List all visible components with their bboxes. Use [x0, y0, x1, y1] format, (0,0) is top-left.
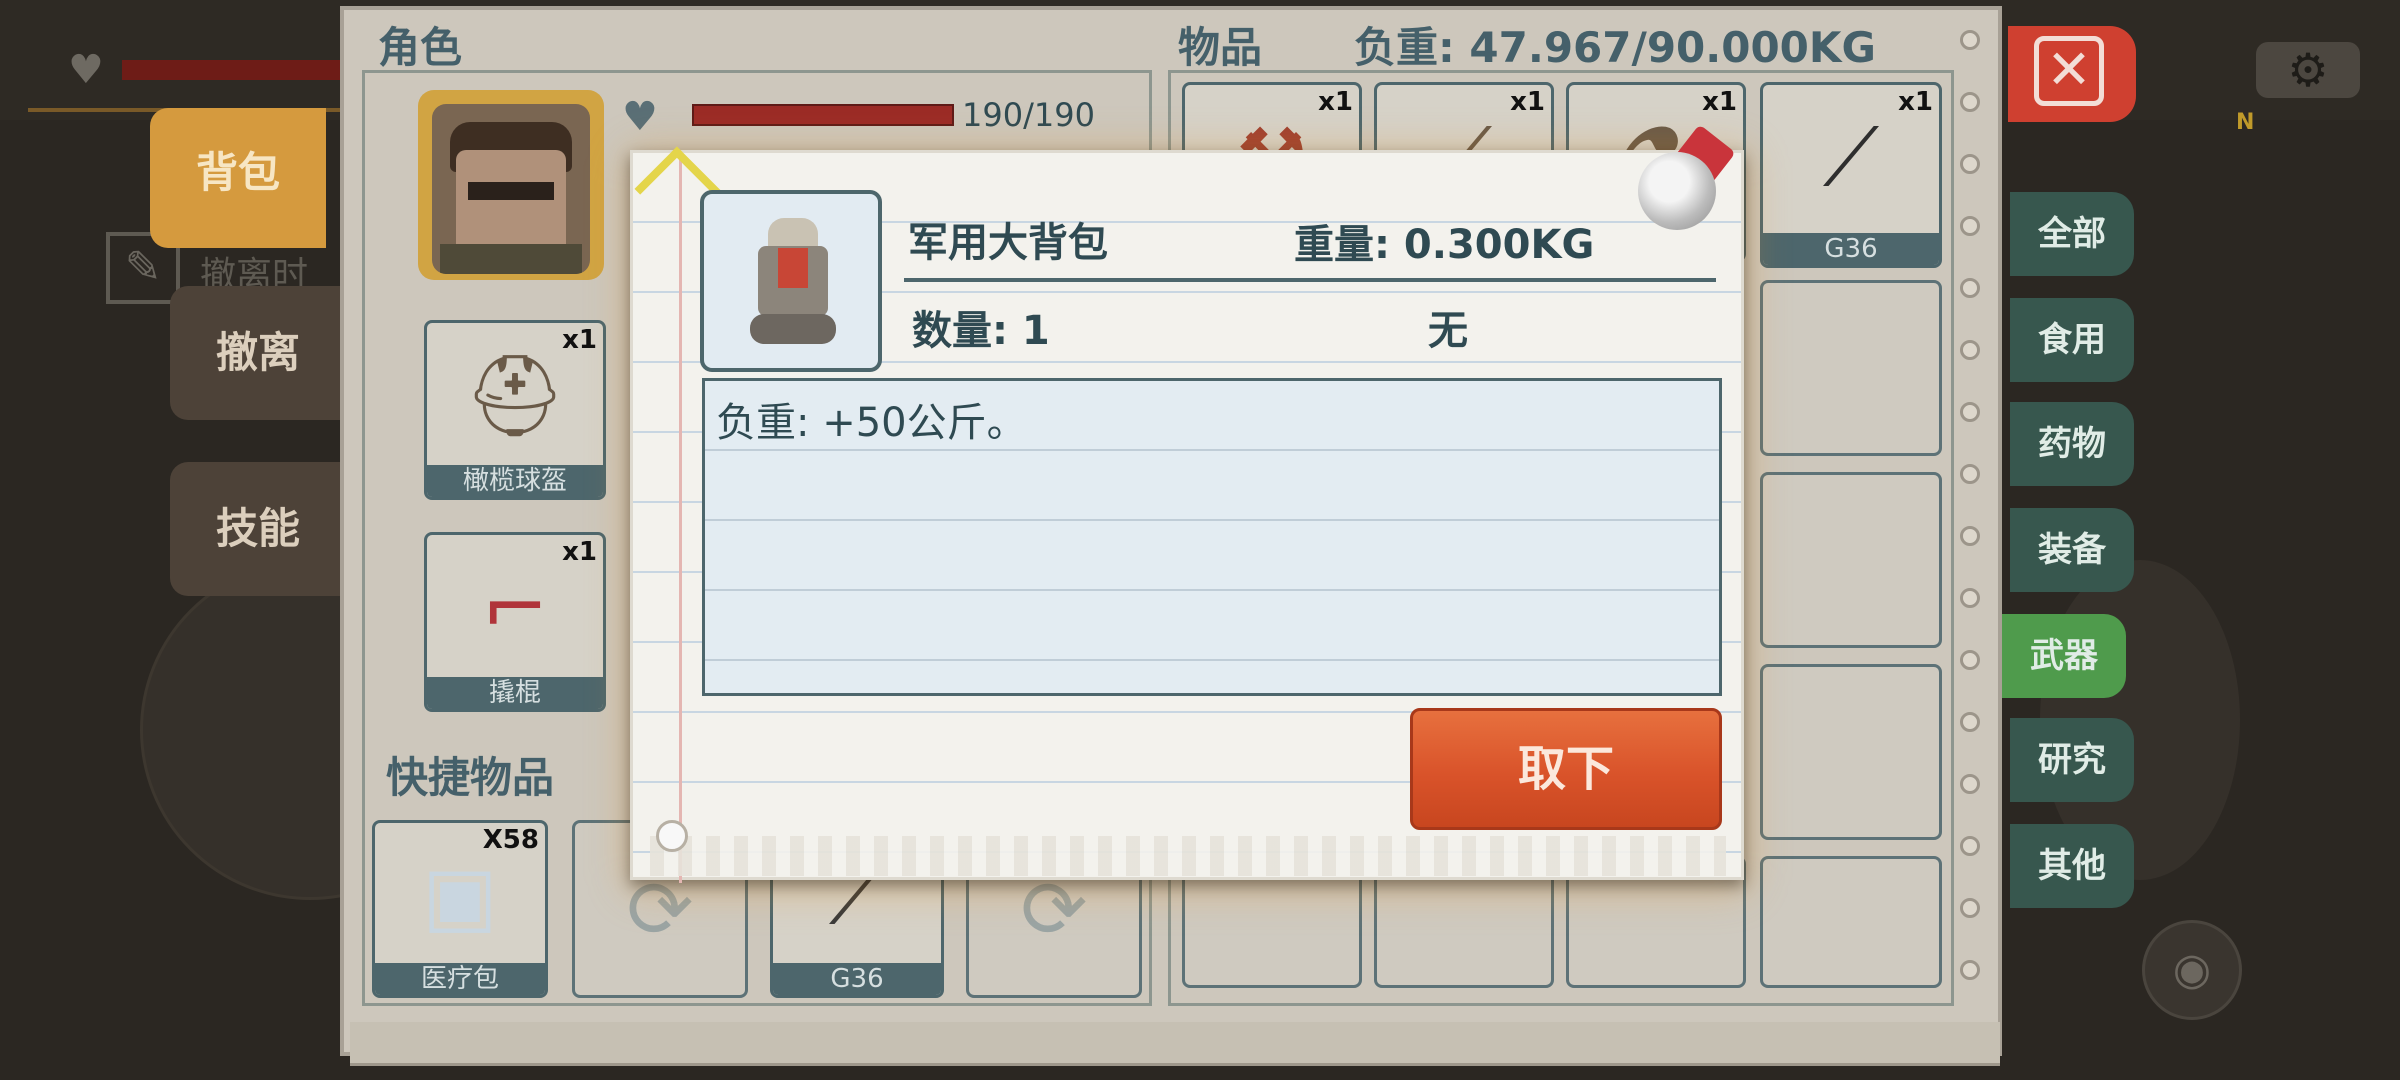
- category-food[interactable]: 食用: [2010, 298, 2134, 382]
- rifle-icon: ⟋: [1823, 111, 1879, 204]
- slot-label: 橄榄球盔: [427, 465, 603, 497]
- slot-qty: x1: [562, 325, 597, 355]
- slot-label: G36: [773, 963, 941, 995]
- slot-qty: x1: [1702, 87, 1737, 117]
- carry-weight: 负重: 47.967/90.000KG: [1354, 23, 1876, 72]
- quick-items-title: 快捷物品: [386, 753, 555, 802]
- category-equipment[interactable]: 装备: [2010, 508, 2134, 592]
- quick-slot-medkit[interactable]: ▣ X58 医疗包: [372, 820, 548, 998]
- slot-label: G36: [1763, 233, 1939, 265]
- item-thumbnail: [700, 190, 882, 372]
- torn-paper-edge: [650, 836, 1726, 876]
- gear-icon: ⚙: [2287, 43, 2329, 97]
- slot-label: 医疗包: [375, 963, 545, 995]
- eye-icon: ◉: [2172, 944, 2212, 995]
- category-medicine[interactable]: 药物: [2010, 402, 2134, 486]
- hud-health-bar: [122, 60, 352, 80]
- grid-slot-empty[interactable]: [1760, 280, 1942, 456]
- heart-pulse-icon: ♥: [622, 94, 658, 140]
- slot-qty: X58: [482, 825, 539, 855]
- close-icon: ✕: [2034, 36, 2104, 106]
- tab-evacuate[interactable]: 撤离: [170, 286, 346, 420]
- category-weapons[interactable]: 武器: [2002, 614, 2126, 698]
- backpack-icon: [750, 218, 836, 348]
- view-toggle-button[interactable]: ◉: [2142, 920, 2242, 1020]
- avatar[interactable]: [432, 104, 590, 274]
- notebook-spiral: [1960, 30, 1984, 1020]
- item-weight: 重量: 0.300KG: [1294, 222, 1595, 268]
- slot-label: 撬棍: [427, 677, 603, 709]
- grid-slot-empty[interactable]: [1760, 664, 1942, 840]
- health-bar: [692, 104, 954, 126]
- compass-north-label: N: [2236, 110, 2255, 135]
- divider: [904, 278, 1716, 282]
- grid-slot-empty[interactable]: [1760, 472, 1942, 648]
- pushpin-icon: [1638, 152, 1716, 230]
- grid-slot-g36[interactable]: ⟋ x1 G36: [1760, 82, 1942, 268]
- slot-qty: x1: [1510, 87, 1545, 117]
- slot-qty: x1: [1318, 87, 1353, 117]
- close-button[interactable]: ✕: [2008, 26, 2136, 122]
- health-value: 190/190: [962, 96, 1095, 134]
- role-section-title: 角色: [378, 23, 463, 72]
- category-research[interactable]: 研究: [2010, 718, 2134, 802]
- settings-button[interactable]: ⚙: [2256, 42, 2360, 98]
- slot-qty: x1: [562, 537, 597, 567]
- tab-backpack[interactable]: 背包: [150, 108, 326, 248]
- take-off-button[interactable]: 取下: [1410, 708, 1722, 830]
- crowbar-icon: ⌐: [481, 561, 549, 654]
- item-name: 军用大背包: [908, 220, 1108, 266]
- item-extra: 无: [1428, 308, 1468, 354]
- medkit-icon: ▣: [422, 849, 498, 942]
- tab-skills[interactable]: 技能: [170, 462, 346, 596]
- category-other[interactable]: 其他: [2010, 824, 2134, 908]
- panel-paper-edge: [350, 1022, 2000, 1066]
- item-description: 负重: +50公斤。: [716, 400, 1027, 446]
- equip-slot-helmet[interactable]: ⛑ x1 橄榄球盔: [424, 320, 606, 500]
- helmet-icon: ⛑: [464, 349, 566, 442]
- category-all[interactable]: 全部: [2010, 192, 2134, 276]
- slot-qty: x1: [1898, 87, 1933, 117]
- grid-slot-empty[interactable]: [1760, 856, 1942, 988]
- equip-slot-crowbar[interactable]: ⌐ x1 撬棍: [424, 532, 606, 712]
- heart-pulse-icon: ♥: [68, 47, 104, 93]
- items-section-title: 物品: [1178, 23, 1263, 72]
- punch-hole: [656, 820, 688, 852]
- item-count: 数量: 1: [912, 308, 1050, 354]
